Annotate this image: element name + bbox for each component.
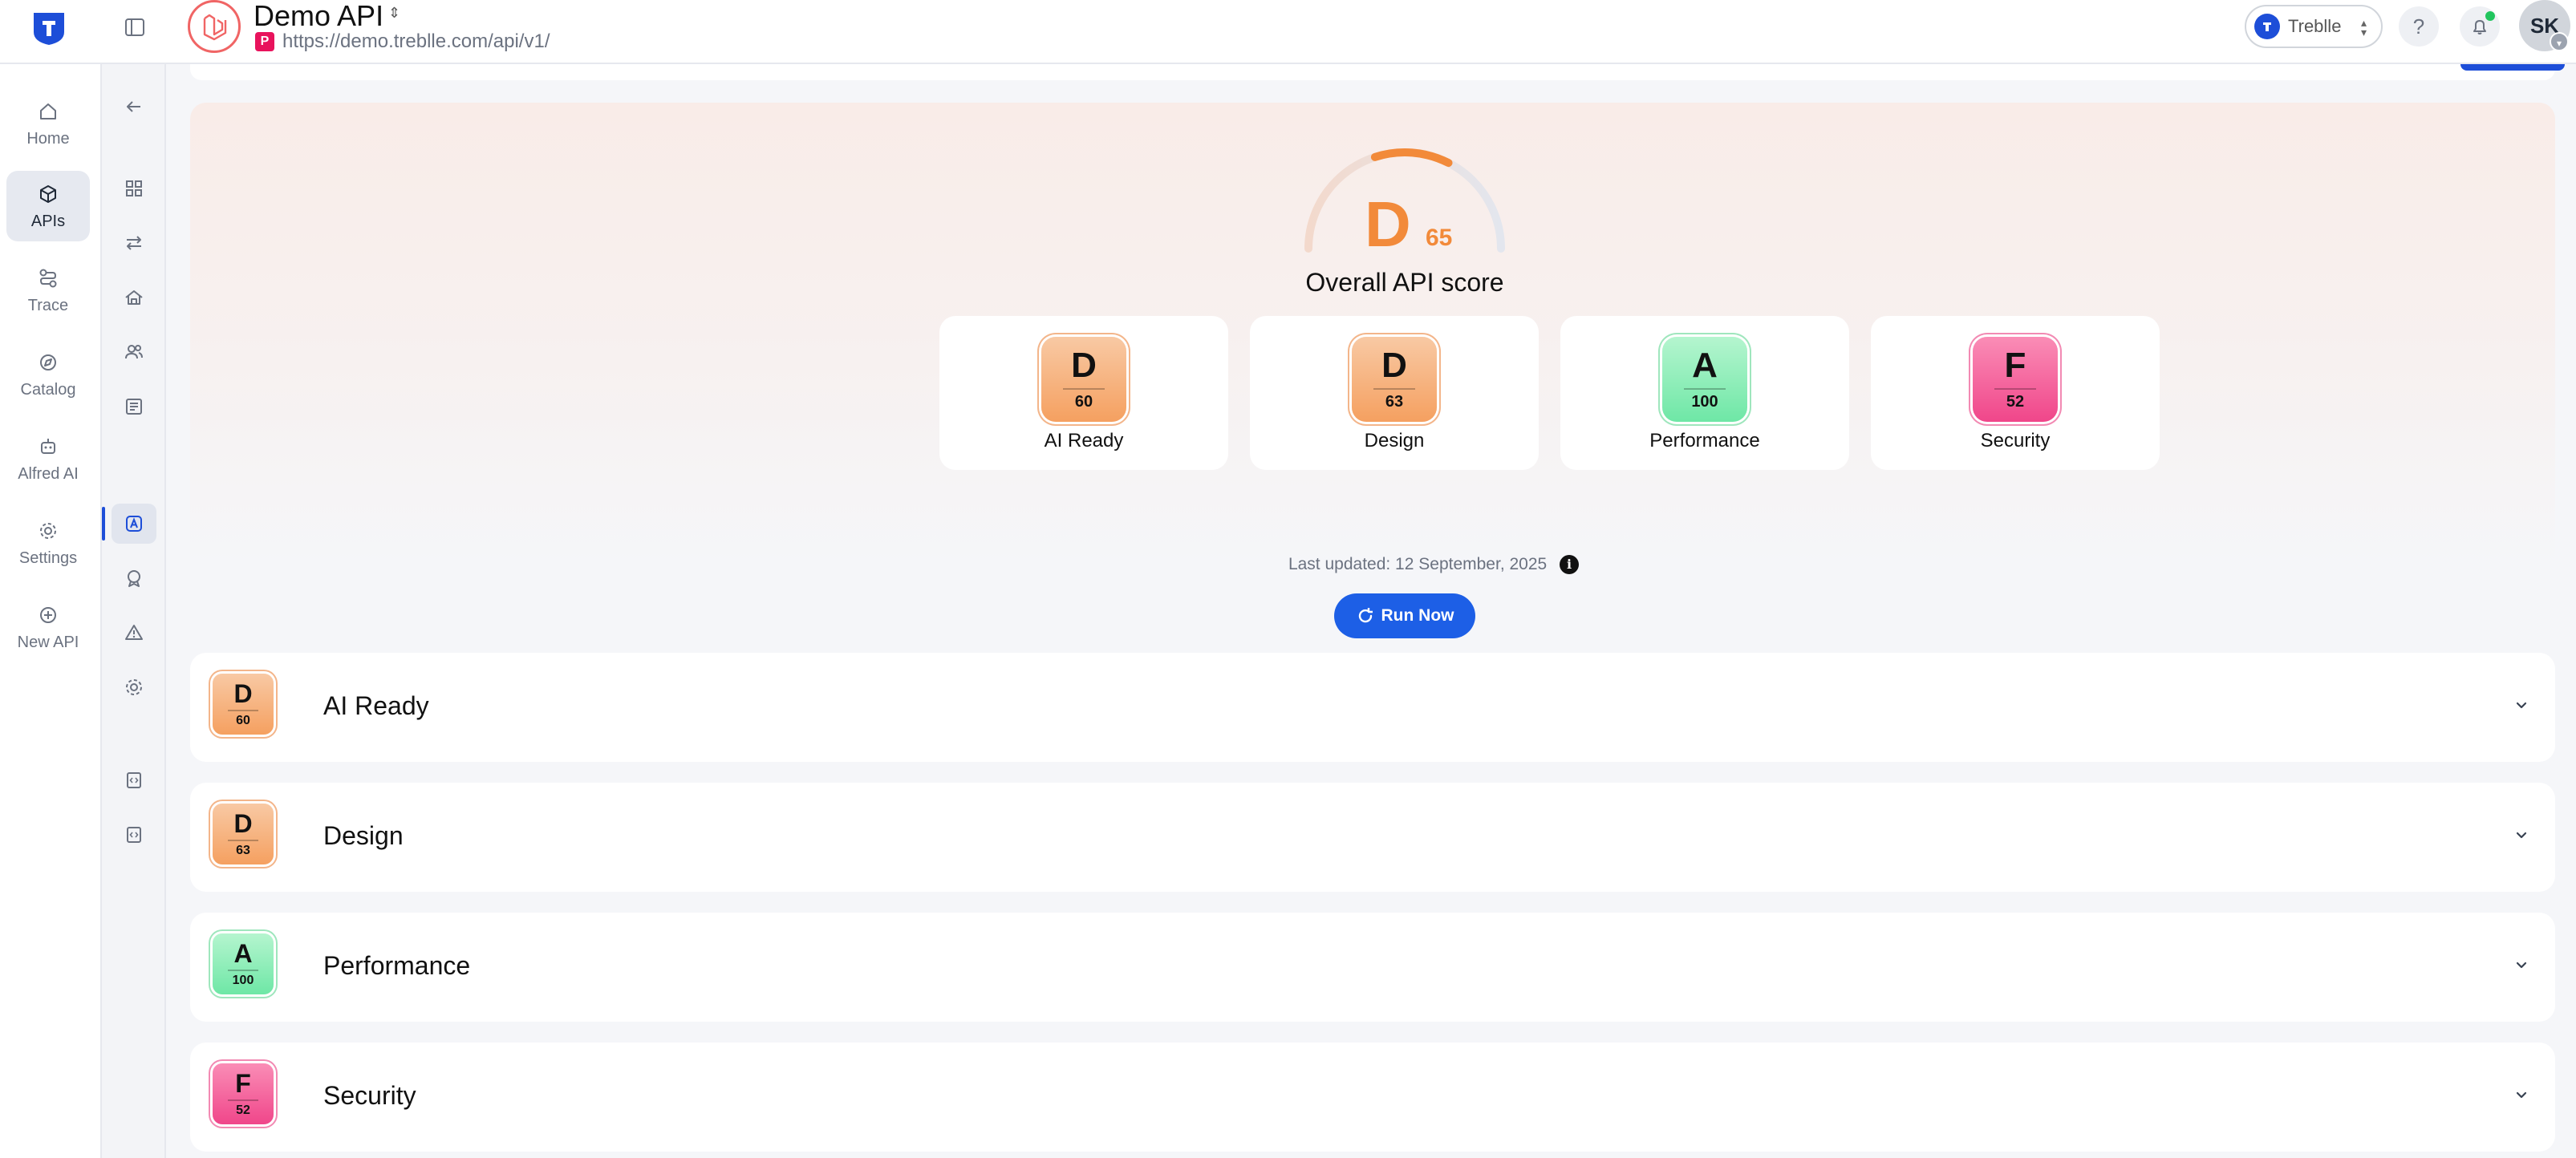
grade-badge: D 60 bbox=[213, 674, 274, 735]
category-name: Performance bbox=[1649, 430, 1760, 451]
workspace-logo-icon bbox=[2254, 14, 2280, 39]
category-name: AI Ready bbox=[1044, 430, 1124, 451]
grade-badge: D 60 bbox=[1041, 337, 1126, 422]
help-button[interactable]: ? bbox=[2399, 6, 2439, 47]
api-logo-icon[interactable] bbox=[188, 0, 241, 53]
grade-badge: F 52 bbox=[213, 1063, 274, 1124]
category-name: Security bbox=[1980, 430, 2051, 451]
docs-icon[interactable] bbox=[112, 387, 156, 427]
sidebar-item-settings[interactable]: Settings bbox=[6, 508, 90, 578]
api-score-icon[interactable] bbox=[112, 504, 156, 544]
grade-badge: D 63 bbox=[1352, 337, 1437, 422]
overall-score-label: Overall API score bbox=[1305, 268, 1504, 297]
api-url-badge: P bbox=[255, 32, 274, 51]
overall-grade: D bbox=[1365, 188, 1411, 260]
grade-badge: D 63 bbox=[213, 804, 274, 864]
section-title: Security bbox=[323, 1081, 416, 1110]
user-menu-caret-icon[interactable]: ▾ bbox=[2550, 32, 2569, 51]
category-card-performance[interactable]: A 100 Performance bbox=[1560, 316, 1849, 470]
section-security[interactable]: F 52 Security bbox=[190, 1043, 2555, 1152]
customers-icon[interactable] bbox=[112, 332, 156, 372]
gear-icon bbox=[40, 522, 56, 539]
notifications-button[interactable] bbox=[2460, 6, 2500, 47]
score-summary-panel: D 65 Overall API score D 60 AI Ready D 6… bbox=[190, 103, 2555, 680]
code-file-icon[interactable] bbox=[112, 815, 156, 855]
api-settings-icon[interactable] bbox=[112, 667, 156, 707]
top-bar: Demo API ⇕ P https://demo.treblle.com/ap… bbox=[0, 0, 2576, 64]
header-card-edge bbox=[190, 64, 2565, 80]
sidebar-item-label: New API bbox=[17, 633, 79, 651]
section-ai-ready[interactable]: D 60 AI Ready bbox=[190, 653, 2555, 762]
section-title: Design bbox=[323, 821, 404, 850]
header-action-button[interactable] bbox=[2460, 64, 2565, 71]
grade-badge: F 52 bbox=[1973, 337, 2058, 422]
sidebar-item-home[interactable]: Home bbox=[6, 88, 90, 159]
run-now-label: Run Now bbox=[1381, 606, 1454, 625]
sidebar-item-alfred-ai[interactable]: Alfred AI bbox=[6, 423, 90, 494]
chevron-down-icon[interactable] bbox=[2510, 1084, 2533, 1107]
sidebar-item-label: Catalog bbox=[20, 380, 76, 399]
main-content: D 65 Overall API score D 60 AI Ready D 6… bbox=[168, 64, 2576, 1158]
chevron-down-icon[interactable] bbox=[2510, 824, 2533, 847]
category-card-security[interactable]: F 52 Security bbox=[1871, 316, 2160, 470]
workspace-switcher[interactable]: Treblle ▴ ▾ bbox=[2245, 5, 2383, 48]
category-name: Design bbox=[1364, 430, 1425, 451]
endpoints-icon[interactable] bbox=[112, 277, 156, 318]
api-switch-caret-icon[interactable]: ⇕ bbox=[388, 5, 400, 22]
sidebar-item-label: Settings bbox=[18, 549, 78, 567]
section-title: Performance bbox=[323, 951, 471, 980]
sidebar-item-trace[interactable]: Trace bbox=[6, 255, 90, 326]
back-arrow-icon[interactable] bbox=[112, 87, 156, 127]
alerts-badge-icon[interactable] bbox=[112, 558, 156, 598]
info-icon[interactable]: i bbox=[1560, 555, 1580, 575]
sidebar-item-label: APIs bbox=[30, 212, 66, 230]
sidebar-item-new-api[interactable]: New API bbox=[6, 592, 90, 662]
secondary-sidebar bbox=[102, 64, 166, 1158]
sidebar-item-apis[interactable]: APIs bbox=[6, 171, 90, 241]
robot-icon bbox=[41, 438, 55, 454]
workspace-caret-icon: ▴ ▾ bbox=[2360, 16, 2367, 38]
workspace-name: Treblle bbox=[2288, 16, 2342, 36]
grade-badge: A 100 bbox=[1662, 337, 1747, 422]
api-base-url: https://demo.treblle.com/api/v1/ bbox=[282, 30, 550, 52]
chevron-down-icon[interactable] bbox=[2510, 694, 2533, 717]
sidebar-item-label: Trace bbox=[27, 296, 69, 314]
plus-circle-icon bbox=[40, 606, 56, 623]
sidebar-item-label: Alfred AI bbox=[18, 464, 79, 483]
help-icon: ? bbox=[2412, 14, 2425, 38]
notification-dot bbox=[2485, 11, 2495, 21]
last-updated-text: Last updated: 12 September, 2025 bbox=[1288, 555, 1548, 573]
grade-badge: A 100 bbox=[213, 933, 274, 994]
apis-icon bbox=[40, 184, 56, 203]
catalog-icon bbox=[40, 354, 56, 370]
dashboard-icon[interactable] bbox=[112, 168, 156, 209]
section-performance[interactable]: A 100 Performance bbox=[190, 913, 2555, 1022]
home-icon bbox=[40, 103, 56, 119]
sidebar-item-label: Home bbox=[26, 129, 70, 148]
chevron-down-icon[interactable] bbox=[2510, 954, 2533, 977]
run-now-button[interactable]: Run Now bbox=[1334, 593, 1475, 638]
section-title: AI Ready bbox=[323, 691, 429, 720]
sidebar-item-catalog[interactable]: Catalog bbox=[6, 339, 90, 410]
warning-icon[interactable] bbox=[112, 613, 156, 653]
api-name-title[interactable]: Demo API bbox=[254, 0, 383, 32]
trace-icon bbox=[39, 269, 57, 287]
category-card-design[interactable]: D 63 Design bbox=[1250, 316, 1539, 470]
section-design[interactable]: D 63 Design bbox=[190, 783, 2555, 892]
primary-sidebar: Home APIs Trace Catalog Alfred AI Settin… bbox=[0, 64, 102, 1158]
last-updated-row: Last updated: 12 September, 2025 i bbox=[1153, 555, 1714, 575]
category-card-ai-ready[interactable]: D 60 AI Ready bbox=[939, 316, 1228, 470]
overall-score: 65 bbox=[1426, 225, 1453, 251]
code-file-icon[interactable] bbox=[112, 760, 156, 800]
sidebar-toggle-icon[interactable] bbox=[120, 13, 149, 42]
active-indicator bbox=[102, 507, 105, 541]
treblle-logo-icon[interactable] bbox=[32, 10, 66, 45]
requests-icon[interactable] bbox=[112, 223, 156, 263]
refresh-icon bbox=[1358, 608, 1373, 623]
